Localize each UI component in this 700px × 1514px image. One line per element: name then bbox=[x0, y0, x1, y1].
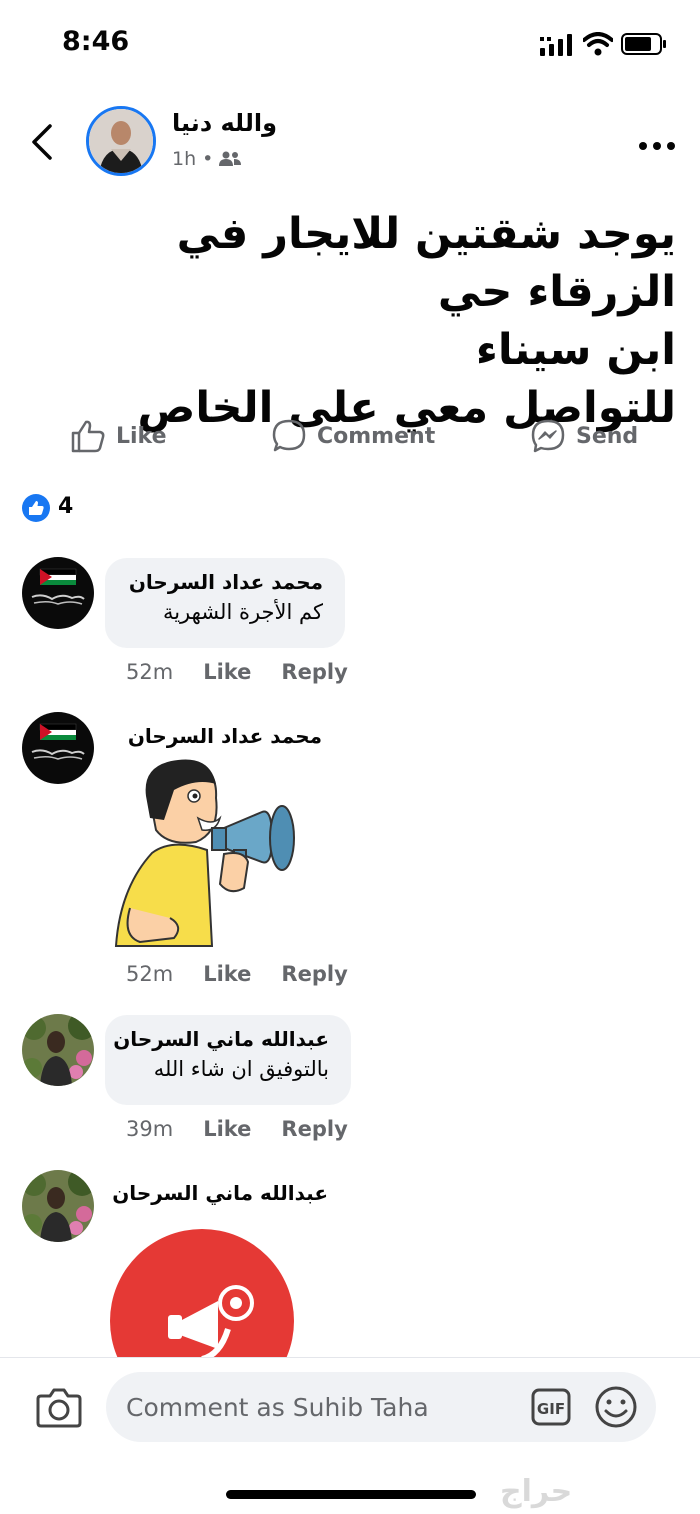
reaction-count[interactable]: 4 bbox=[58, 494, 73, 519]
more-options-icon[interactable] bbox=[638, 140, 676, 152]
gif-label: GIF bbox=[537, 1400, 565, 1418]
comment-like-link[interactable]: Like bbox=[203, 1117, 251, 1141]
camera-icon[interactable] bbox=[36, 1386, 82, 1428]
comment-time: 52m bbox=[126, 962, 174, 986]
comment-like-link[interactable]: Like bbox=[203, 962, 251, 986]
comment-bubble[interactable]: عبدالله ماني السرحان بالتوفيق ان شاء الل… bbox=[105, 1015, 351, 1105]
comment-author[interactable]: عبدالله ماني السرحان bbox=[113, 1027, 329, 1051]
back-arrow-icon[interactable] bbox=[28, 122, 56, 162]
comment-button[interactable]: Comment bbox=[271, 416, 435, 456]
commenter-avatar[interactable] bbox=[22, 712, 94, 784]
comment-author[interactable]: محمد عداد السرحان bbox=[127, 570, 323, 594]
commenter-avatar[interactable] bbox=[22, 1014, 94, 1086]
megaphone-boy-sticker[interactable] bbox=[112, 758, 302, 948]
comment-reply-link[interactable]: Reply bbox=[281, 1117, 347, 1141]
gif-icon: GIF bbox=[531, 1388, 571, 1426]
comment-like-link[interactable]: Like bbox=[203, 660, 251, 684]
gif-button[interactable]: GIF bbox=[531, 1388, 571, 1426]
like-button[interactable]: Like bbox=[70, 416, 167, 456]
friends-icon bbox=[219, 151, 242, 166]
wifi-icon bbox=[583, 32, 613, 56]
like-label: Like bbox=[116, 423, 167, 449]
emoji-icon[interactable] bbox=[594, 1385, 638, 1429]
comment-meta: 52m Like Reply bbox=[126, 962, 348, 986]
comment-label: Comment bbox=[317, 423, 436, 449]
send-button[interactable]: Send bbox=[530, 416, 638, 456]
comment-time: 39m bbox=[126, 1117, 174, 1141]
comment-author[interactable]: عبدالله ماني السرحان bbox=[112, 1181, 328, 1205]
comment-text: بالتوفيق ان شاء الله bbox=[153, 1057, 329, 1081]
post-text-line: يوجد شقتين للايجار في الزرقاء حي bbox=[176, 209, 676, 317]
commenter-avatar[interactable] bbox=[22, 557, 94, 629]
meta-separator: • bbox=[202, 148, 214, 170]
send-label: Send bbox=[576, 423, 639, 449]
home-indicator bbox=[226, 1490, 476, 1499]
comment-meta: 39m Like Reply bbox=[126, 1117, 348, 1141]
watermark: حراج bbox=[500, 1474, 573, 1509]
comment-reply-link[interactable]: Reply bbox=[281, 962, 347, 986]
red-megaphone-sticker[interactable] bbox=[110, 1225, 300, 1365]
post-author-name[interactable]: والله دنيا bbox=[172, 109, 277, 137]
battery-icon bbox=[621, 33, 666, 55]
post-meta: 1h • bbox=[172, 148, 242, 170]
post-text: يوجد شقتين للايجار في الزرقاء حي ابن سين… bbox=[16, 205, 677, 437]
comment-time: 52m bbox=[126, 660, 174, 684]
comment-meta: 52m Like Reply bbox=[126, 660, 348, 684]
comment-input[interactable] bbox=[106, 1372, 656, 1442]
commenter-avatar[interactable] bbox=[22, 1170, 94, 1242]
status-time: 8:46 bbox=[62, 26, 130, 57]
comment-author[interactable]: محمد عداد السرحان bbox=[128, 724, 322, 748]
thumbs-up-icon bbox=[71, 420, 105, 453]
comment-bubble-icon bbox=[272, 419, 306, 452]
comment-text: كم الأجرة الشهرية bbox=[162, 600, 323, 624]
like-reaction-icon[interactable] bbox=[22, 494, 50, 522]
post-time: 1h bbox=[172, 148, 197, 170]
author-avatar[interactable] bbox=[86, 106, 156, 176]
comment-bubble[interactable]: محمد عداد السرحان كم الأجرة الشهرية bbox=[105, 558, 345, 648]
post-text-line: ابن سيناء bbox=[475, 325, 676, 375]
messenger-icon bbox=[531, 419, 565, 453]
comment-reply-link[interactable]: Reply bbox=[281, 660, 347, 684]
cellular-signal-icon bbox=[540, 34, 572, 56]
